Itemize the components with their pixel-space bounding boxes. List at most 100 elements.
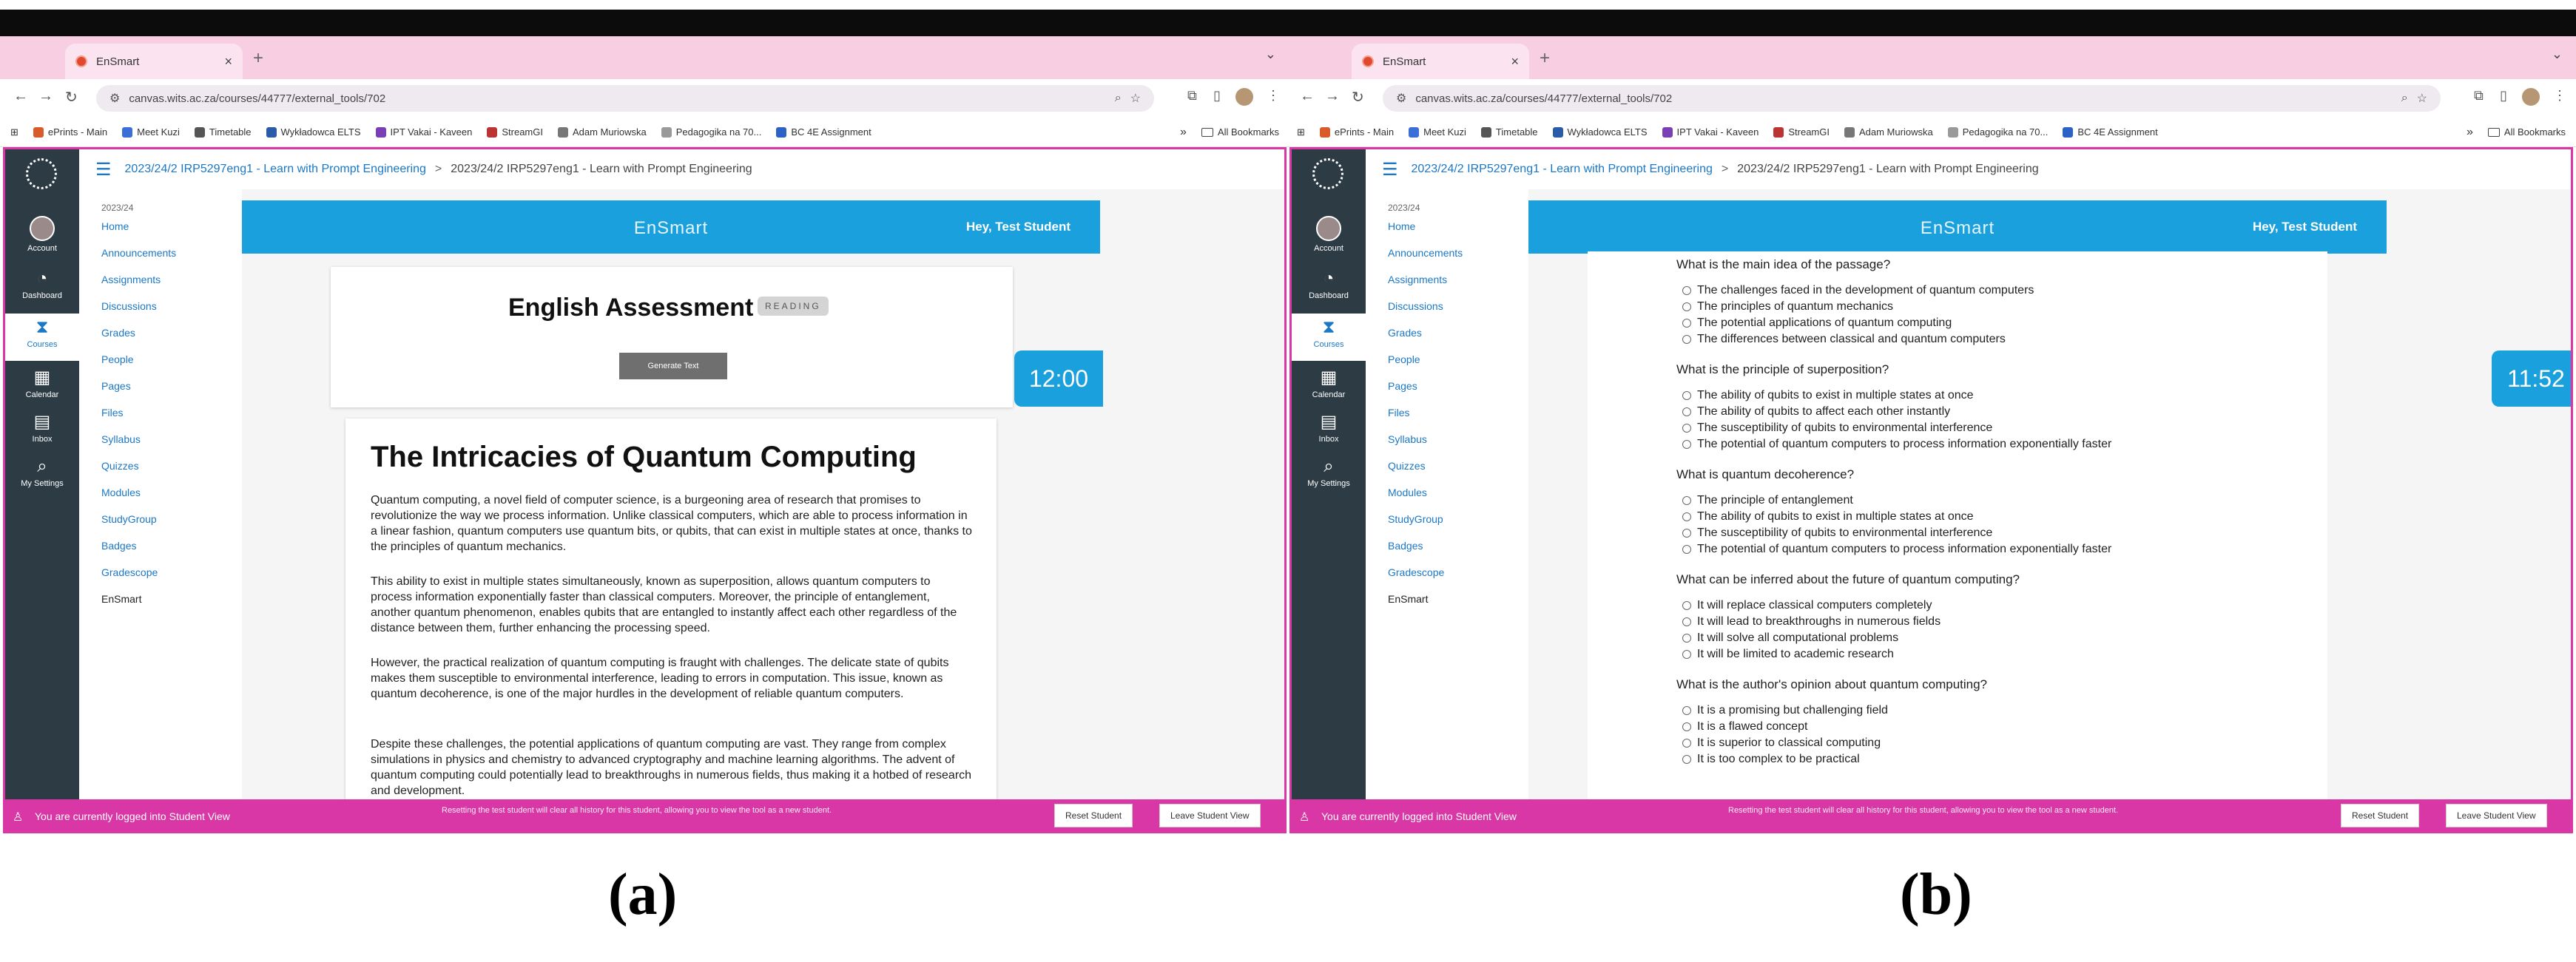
menu-kebab-icon[interactable]: ⋮ bbox=[1267, 88, 1280, 104]
radio-button[interactable] bbox=[1682, 739, 1691, 748]
course-nav-files[interactable]: Files bbox=[1388, 407, 1410, 419]
radio-button[interactable] bbox=[1682, 755, 1691, 764]
radio-button[interactable] bbox=[1682, 319, 1691, 328]
radio-button[interactable] bbox=[1682, 722, 1691, 731]
leave-student-view-button[interactable]: Leave Student View bbox=[1159, 804, 1261, 827]
course-nav-assignments[interactable]: Assignments bbox=[1388, 274, 1447, 285]
all-bookmarks-button[interactable]: All Bookmarks bbox=[1201, 126, 1289, 138]
course-nav-studygroup[interactable]: StudyGroup bbox=[1388, 513, 1443, 525]
radio-button[interactable] bbox=[1682, 634, 1691, 643]
course-nav-grades[interactable]: Grades bbox=[1388, 327, 1422, 339]
close-icon[interactable]: × bbox=[1511, 54, 1519, 70]
course-nav-modules[interactable]: Modules bbox=[1388, 487, 1427, 498]
radio-button[interactable] bbox=[1682, 512, 1691, 521]
browser-tab[interactable]: EnSmart × bbox=[1352, 44, 1529, 79]
bookmarks-overflow-icon[interactable]: » bbox=[2467, 126, 2473, 139]
global-nav-dashboard[interactable]: ◔ Dashboard bbox=[1292, 269, 1366, 301]
bookmark-item[interactable]: StreamGI bbox=[1773, 126, 1830, 138]
radio-button[interactable] bbox=[1682, 545, 1691, 554]
bookmark-item[interactable]: ePrints - Main bbox=[33, 126, 107, 138]
forward-icon[interactable]: → bbox=[1325, 88, 1340, 105]
breadcrumb-course-link[interactable]: 2023/24/2 IRP5297eng1 - Learn with Promp… bbox=[1412, 163, 1713, 176]
course-nav-gradescope[interactable]: Gradescope bbox=[1388, 566, 1444, 578]
bookmark-item[interactable]: Meet Kuzi bbox=[122, 126, 180, 138]
global-nav-dashboard[interactable]: ◔ Dashboard bbox=[5, 269, 79, 301]
bookmark-item[interactable]: IPT Vakai - Kaveen bbox=[1662, 126, 1759, 138]
close-icon[interactable]: × bbox=[224, 54, 232, 70]
radio-button[interactable] bbox=[1682, 302, 1691, 311]
quiz-option[interactable]: The ability of qubits to exist in multip… bbox=[1682, 389, 1974, 402]
url-omnibox[interactable]: ⚙ canvas.wits.ac.za/courses/44777/extern… bbox=[96, 85, 1154, 112]
bookmark-item[interactable]: ePrints - Main bbox=[1319, 126, 1394, 138]
course-nav-discussions[interactable]: Discussions bbox=[101, 300, 157, 312]
url-text[interactable]: canvas.wits.ac.za/courses/44777/external… bbox=[129, 92, 1105, 105]
quiz-option[interactable]: It is too complex to be practical bbox=[1682, 753, 1860, 766]
course-nav-ensmart[interactable]: EnSmart bbox=[101, 593, 141, 605]
bookmark-item[interactable]: BC 4E Assignment bbox=[776, 126, 871, 138]
quiz-option[interactable]: It is a flawed concept bbox=[1682, 720, 1807, 734]
quiz-option[interactable]: The challenges faced in the development … bbox=[1682, 284, 2034, 297]
course-nav-modules[interactable]: Modules bbox=[101, 487, 141, 498]
course-nav-home[interactable]: Home bbox=[1388, 220, 1415, 232]
quiz-option[interactable]: The ability of qubits to affect each oth… bbox=[1682, 405, 1950, 419]
course-nav-people[interactable]: People bbox=[101, 353, 134, 365]
radio-button[interactable] bbox=[1682, 706, 1691, 715]
course-nav-badges[interactable]: Badges bbox=[1388, 540, 1423, 552]
radio-button[interactable] bbox=[1682, 391, 1691, 400]
global-nav-inbox[interactable]: ▤ Inbox bbox=[1292, 413, 1366, 444]
course-nav-syllabus[interactable]: Syllabus bbox=[101, 433, 141, 445]
quiz-option[interactable]: The susceptibility of qubits to environm… bbox=[1682, 421, 1992, 435]
bookmark-item[interactable]: Pedagogika na 70... bbox=[1947, 126, 2048, 138]
course-nav-discussions[interactable]: Discussions bbox=[1388, 300, 1443, 312]
new-tab-button[interactable]: + bbox=[253, 48, 263, 69]
global-nav-calendar[interactable]: ▦ Calendar bbox=[5, 368, 79, 400]
profile-avatar[interactable] bbox=[1234, 87, 1255, 107]
apps-grid-icon[interactable]: ⊞ bbox=[1297, 126, 1305, 138]
reload-icon[interactable]: ↻ bbox=[1352, 88, 1364, 106]
bookmark-item[interactable]: Wykładowca ELTS bbox=[1552, 126, 1648, 138]
profile-avatar[interactable] bbox=[2521, 87, 2541, 107]
radio-button[interactable] bbox=[1682, 601, 1691, 610]
radio-button[interactable] bbox=[1682, 496, 1691, 505]
course-nav-pages[interactable]: Pages bbox=[101, 380, 131, 392]
back-icon[interactable]: ← bbox=[1300, 88, 1315, 105]
course-nav-quizzes[interactable]: Quizzes bbox=[1388, 460, 1426, 472]
global-nav-courses[interactable]: ⧗ Courses bbox=[5, 314, 79, 361]
site-info-icon[interactable]: ⚙ bbox=[1396, 91, 1406, 106]
back-icon[interactable]: ← bbox=[13, 88, 28, 105]
radio-button[interactable] bbox=[1682, 617, 1691, 626]
bookmark-item[interactable]: IPT Vakai - Kaveen bbox=[375, 126, 472, 138]
bookmark-star-icon[interactable]: ☆ bbox=[2417, 91, 2427, 106]
extensions-icon[interactable]: ⧉ bbox=[1187, 88, 1197, 104]
reset-student-button[interactable]: Reset Student bbox=[1054, 804, 1133, 827]
course-nav-syllabus[interactable]: Syllabus bbox=[1388, 433, 1427, 445]
all-bookmarks-button[interactable]: All Bookmarks bbox=[2487, 126, 2576, 138]
reading-list-icon[interactable]: ▯ bbox=[1213, 88, 1221, 104]
quiz-option[interactable]: The susceptibility of qubits to environm… bbox=[1682, 526, 1992, 540]
quiz-option[interactable]: The differences between classical and qu… bbox=[1682, 333, 2006, 346]
url-omnibox[interactable]: ⚙ canvas.wits.ac.za/courses/44777/extern… bbox=[1383, 85, 2441, 112]
tab-search-chevron-icon[interactable]: ⌄ bbox=[1265, 47, 1276, 62]
zoom-icon[interactable]: ⌕ bbox=[2401, 92, 2408, 105]
course-nav-announcements[interactable]: Announcements bbox=[101, 247, 176, 259]
bookmark-star-icon[interactable]: ☆ bbox=[1130, 91, 1141, 106]
course-nav-grades[interactable]: Grades bbox=[101, 327, 135, 339]
quiz-option[interactable]: The potential of quantum computers to pr… bbox=[1682, 438, 2111, 451]
bookmark-item[interactable]: Pedagogika na 70... bbox=[661, 126, 761, 138]
course-nav-home[interactable]: Home bbox=[101, 220, 129, 232]
course-nav-pages[interactable]: Pages bbox=[1388, 380, 1417, 392]
quiz-option[interactable]: It will lead to breakthroughs in numerou… bbox=[1682, 615, 1941, 629]
zoom-icon[interactable]: ⌕ bbox=[1115, 92, 1122, 105]
extensions-icon[interactable]: ⧉ bbox=[2474, 88, 2484, 104]
new-tab-button[interactable]: + bbox=[1540, 48, 1550, 69]
global-nav-courses[interactable]: ⧗ Courses bbox=[1292, 314, 1366, 361]
site-info-icon[interactable]: ⚙ bbox=[109, 91, 120, 106]
quiz-option[interactable]: The ability of qubits to exist in multip… bbox=[1682, 510, 1974, 524]
reset-student-button[interactable]: Reset Student bbox=[2341, 804, 2420, 827]
radio-button[interactable] bbox=[1682, 650, 1691, 659]
bookmark-item[interactable]: Timetable bbox=[194, 126, 252, 138]
global-nav-settings[interactable]: ⌕ My Settings bbox=[1292, 457, 1366, 489]
course-nav-studygroup[interactable]: StudyGroup bbox=[101, 513, 157, 525]
radio-button[interactable] bbox=[1682, 529, 1691, 538]
bookmark-item[interactable]: Adam Muriowska bbox=[557, 126, 647, 138]
